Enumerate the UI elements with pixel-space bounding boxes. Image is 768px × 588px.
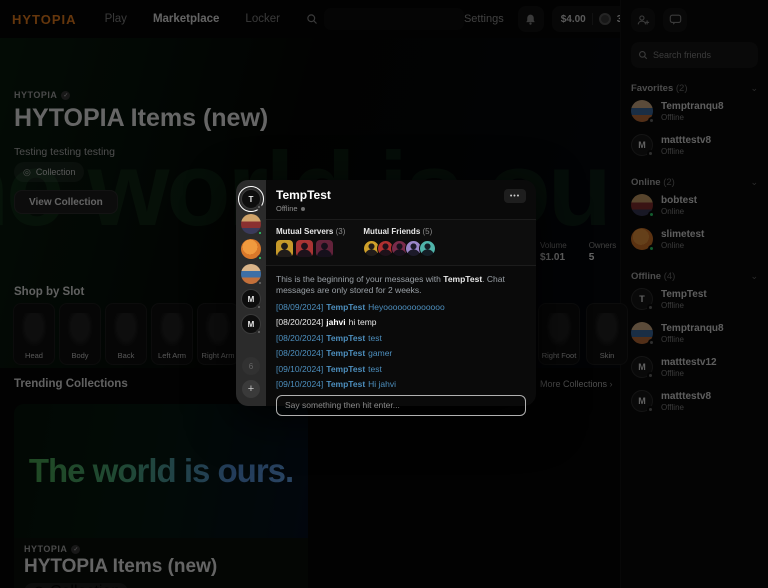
mutual-servers: Mutual Servers (3) bbox=[276, 227, 345, 257]
status-dot bbox=[257, 280, 263, 286]
message-text: Heyooooooooooooo bbox=[368, 302, 445, 312]
chat-messages: This is the beginning of your messages w… bbox=[266, 266, 536, 395]
conversation-avatar[interactable] bbox=[241, 239, 261, 259]
chat-message: [08/20/2024]TempTesttest bbox=[276, 333, 526, 344]
message-sender: jahvi bbox=[326, 317, 345, 327]
message-date: [09/10/2024] bbox=[276, 379, 323, 389]
status-dot bbox=[257, 230, 263, 236]
chat-user-status: Offline bbox=[276, 204, 298, 213]
message-text: Hi jahvi bbox=[368, 379, 396, 389]
chat-header: TempTest Offline ••• bbox=[266, 180, 536, 220]
chat-message-input[interactable] bbox=[276, 395, 526, 416]
server-avatar[interactable] bbox=[276, 240, 293, 257]
message-sender: TempTest bbox=[326, 302, 365, 312]
message-text: gamer bbox=[368, 348, 392, 358]
conversation-avatars: T M M bbox=[241, 189, 261, 339]
new-chat-button[interactable]: + bbox=[242, 380, 260, 398]
chat-intro-text: This is the beginning of your messages w… bbox=[276, 274, 526, 297]
mutual-friend-avatars bbox=[363, 240, 433, 257]
server-avatar[interactable] bbox=[316, 240, 333, 257]
conversation-avatar[interactable]: T bbox=[241, 189, 261, 209]
server-avatar[interactable] bbox=[296, 240, 313, 257]
chat-modal: T M M bbox=[236, 180, 536, 406]
message-list: [08/09/2024]TempTestHeyooooooooooooo [08… bbox=[276, 302, 526, 391]
chat-user-name: TempTest bbox=[276, 188, 526, 202]
status-dot bbox=[256, 329, 262, 335]
conversation-overflow-badge: 6 bbox=[242, 357, 260, 375]
status-dot bbox=[256, 304, 262, 310]
message-date: [08/20/2024] bbox=[276, 348, 323, 358]
message-sender: TempTest bbox=[326, 379, 365, 389]
conversation-avatar[interactable]: M bbox=[241, 314, 261, 334]
message-sender: TempTest bbox=[326, 348, 365, 358]
message-text: hi temp bbox=[349, 317, 377, 327]
message-sender: TempTest bbox=[326, 333, 365, 343]
mutual-friends: Mutual Friends (5) bbox=[363, 227, 433, 257]
chat-panel: TempTest Offline ••• Mutual Servers (3) … bbox=[266, 180, 536, 406]
conversation-avatar[interactable] bbox=[241, 264, 261, 284]
conversation-avatar[interactable]: M bbox=[241, 289, 261, 309]
message-date: [08/20/2024] bbox=[276, 317, 323, 327]
chat-message: [09/10/2024]TempTestHi jahvi bbox=[276, 379, 526, 390]
message-date: [09/10/2024] bbox=[276, 364, 323, 374]
mutual-friend-avatar[interactable] bbox=[419, 240, 436, 257]
message-text: test bbox=[368, 364, 382, 374]
mutual-section: Mutual Servers (3) Mutual Friends (5) bbox=[266, 220, 536, 266]
chat-message: [09/10/2024]TempTesttest bbox=[276, 364, 526, 375]
chat-message: [08/09/2024]TempTestHeyooooooooooooo bbox=[276, 302, 526, 313]
status-dot bbox=[257, 255, 263, 261]
conversation-avatar[interactable] bbox=[241, 214, 261, 234]
status-dot bbox=[301, 207, 305, 211]
chat-message: [08/20/2024]jahvi hi temp bbox=[276, 317, 526, 328]
message-date: [08/09/2024] bbox=[276, 302, 323, 312]
app-window: HYTOPIA PlayMarketplaceLocker Settings $… bbox=[0, 0, 768, 588]
chat-message: [08/20/2024]TempTestgamer bbox=[276, 348, 526, 359]
message-text: test bbox=[368, 333, 382, 343]
status-dot bbox=[256, 204, 262, 210]
mutual-server-avatars bbox=[276, 240, 345, 257]
chat-conversation-rail: T M M bbox=[236, 180, 266, 406]
message-sender: TempTest bbox=[326, 364, 365, 374]
chat-options-button[interactable]: ••• bbox=[504, 189, 526, 203]
message-date: [08/20/2024] bbox=[276, 333, 323, 343]
